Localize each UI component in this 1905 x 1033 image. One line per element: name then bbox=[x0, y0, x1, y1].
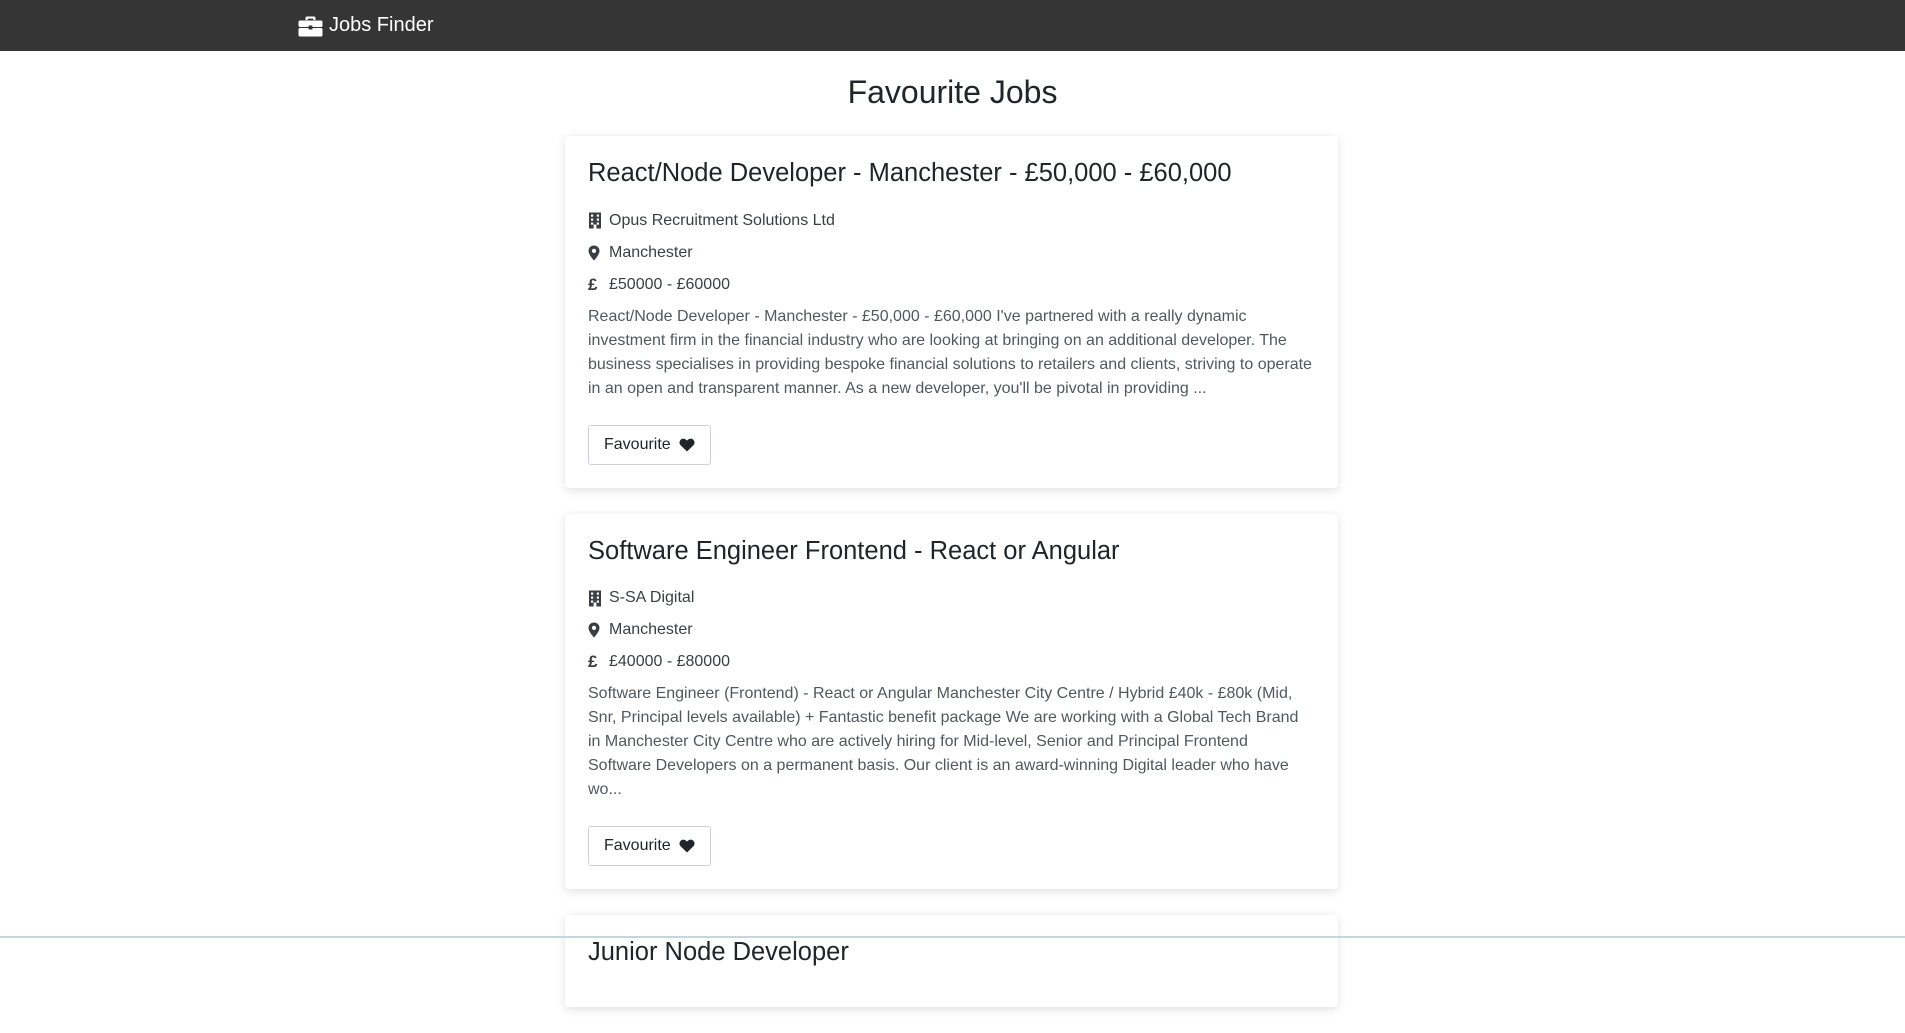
job-description: Software Engineer (Frontend) - React or … bbox=[588, 685, 1299, 799]
favourite-button-label: Favourite bbox=[604, 837, 671, 855]
briefcase-icon bbox=[298, 15, 323, 37]
heart-icon bbox=[679, 438, 695, 452]
job-company-row: Opus Recruitment Solutions Ltd bbox=[588, 205, 1315, 237]
job-card: Software Engineer Frontend - React or An… bbox=[565, 513, 1338, 890]
job-salary-row: £ £50000 - £60000 bbox=[588, 269, 1315, 301]
job-location-row: Manchester bbox=[588, 614, 1315, 646]
pound-sign-icon: £ bbox=[588, 274, 598, 294]
top-navbar: Jobs Finder bbox=[0, 0, 1905, 51]
job-title: Junior Node Developer bbox=[588, 938, 849, 967]
job-location-row: Manchester bbox=[588, 237, 1315, 269]
page-title: Favourite Jobs bbox=[847, 74, 1058, 110]
job-salary-row: £ £40000 - £80000 bbox=[588, 646, 1315, 678]
job-location: Manchester bbox=[609, 243, 693, 261]
job-title: React/Node Developer - Manchester - £50,… bbox=[588, 159, 1232, 187]
job-card: Junior Node Developer bbox=[565, 915, 1338, 1007]
job-card-list: React/Node Developer - Manchester - £50,… bbox=[565, 136, 1338, 1033]
job-company-row: S-SA Digital bbox=[588, 582, 1315, 614]
favourite-button[interactable]: Favourite bbox=[588, 424, 711, 465]
job-title: Software Engineer Frontend - React or An… bbox=[588, 536, 1120, 565]
map-marker-icon bbox=[588, 245, 606, 261]
job-description: React/Node Developer - Manchester - £50,… bbox=[588, 307, 1312, 397]
job-salary: £40000 - £80000 bbox=[609, 653, 730, 671]
job-location: Manchester bbox=[609, 621, 693, 639]
heart-icon bbox=[679, 839, 695, 853]
building-icon bbox=[588, 590, 606, 607]
building-icon bbox=[588, 212, 606, 229]
favourite-button-label: Favourite bbox=[604, 435, 671, 453]
job-company: S-SA Digital bbox=[609, 589, 695, 607]
job-salary: £50000 - £60000 bbox=[609, 275, 730, 293]
pound-sign-icon: £ bbox=[588, 652, 598, 672]
favourite-button[interactable]: Favourite bbox=[588, 826, 711, 867]
job-card: React/Node Developer - Manchester - £50,… bbox=[565, 136, 1338, 488]
job-company: Opus Recruitment Solutions Ltd bbox=[609, 211, 835, 229]
brand-label: Jobs Finder bbox=[329, 14, 434, 36]
brand-link[interactable]: Jobs Finder bbox=[298, 12, 434, 39]
map-marker-icon bbox=[588, 622, 606, 638]
